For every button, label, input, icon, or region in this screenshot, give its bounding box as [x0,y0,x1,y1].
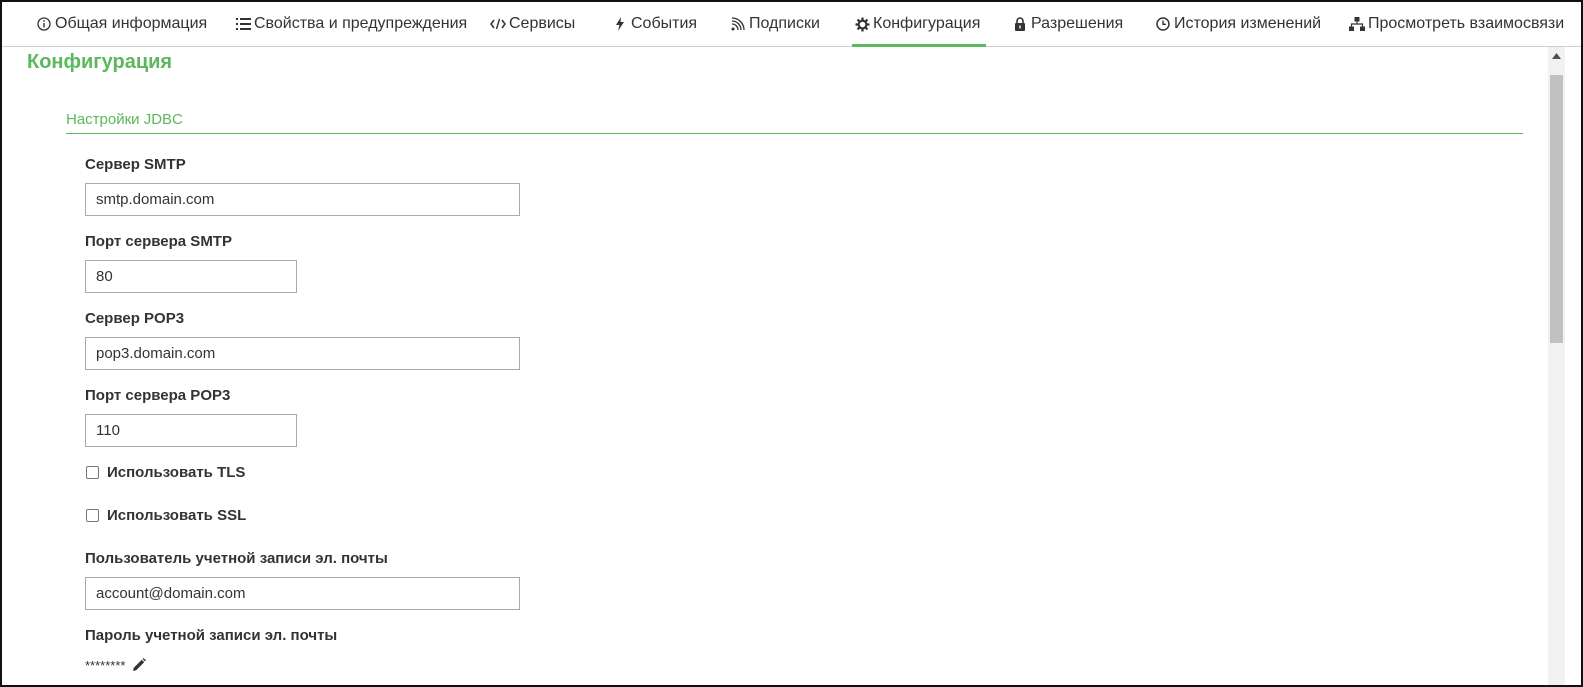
use-ssl-row[interactable]: Использовать SSL [85,507,246,524]
tab-label: Подписки [749,15,820,32]
page-title: Конфигурация [27,51,173,73]
rss-icon [730,16,746,32]
pop3-port-label: Порт сервера POP3 [85,387,231,404]
pencil-icon[interactable] [131,657,147,673]
use-ssl-label: Использовать SSL [107,507,247,524]
lock-icon [1012,16,1028,32]
sitemap-icon [1349,16,1365,32]
tab-permissions[interactable]: Разрешения [1012,2,1123,46]
tab-view-relationships[interactable]: Просмотреть взаимосвязи [1349,2,1564,46]
section-divider [66,133,1523,134]
tab-change-history[interactable]: История изменений [1155,2,1321,46]
clock-icon [1155,16,1171,32]
tab-configuration[interactable]: Конфигурация [851,2,987,47]
account-password-display: ******** [85,657,147,673]
tab-general-info[interactable]: Общая информация [36,2,207,46]
account-user-label: Пользователь учетной записи эл. почты [85,550,388,567]
use-tls-label: Использовать TLS [107,464,246,481]
tab-events[interactable]: События [612,2,697,46]
account-user-input[interactable] [85,577,520,610]
vertical-scrollbar[interactable] [1548,47,1565,685]
tab-label: История изменений [1174,15,1322,32]
scrollbar-thumb[interactable] [1550,75,1563,343]
tab-label: Сервисы [509,15,576,32]
tab-label: События [631,15,698,32]
tab-label: Свойства и предупреждения [254,15,468,32]
app-frame: Общая информация Свойства и предупрежден… [0,0,1583,687]
smtp-port-input[interactable] [85,260,297,293]
tab-label: Конфигурация [873,15,981,32]
use-ssl-checkbox[interactable] [86,509,99,522]
smtp-port-label: Порт сервера SMTP [85,233,232,250]
gear-icon [854,16,870,32]
list-icon [235,16,251,32]
tab-label: Общая информация [55,15,208,32]
bolt-icon [612,16,628,32]
use-tls-row[interactable]: Использовать TLS [85,464,245,481]
tab-label: Просмотреть взаимосвязи [1368,15,1565,32]
info-icon [36,16,52,32]
smtp-server-label: Сервер SMTP [85,156,186,173]
use-tls-checkbox[interactable] [86,466,99,479]
code-icon [490,16,506,32]
pop3-server-input[interactable] [85,337,520,370]
tab-label: Разрешения [1031,15,1124,32]
main-content: Конфигурация Настройки JDBC Сервер SMTP … [2,47,1548,685]
scroll-up-arrow-icon[interactable] [1548,47,1565,64]
account-password-label: Пароль учетной записи эл. почты [85,627,338,644]
pop3-server-label: Сервер POP3 [85,310,185,327]
smtp-server-input[interactable] [85,183,520,216]
tab-bar: Общая информация Свойства и предупрежден… [2,2,1581,47]
tab-services[interactable]: Сервисы [490,2,575,46]
tab-properties-alerts[interactable]: Свойства и предупреждения [235,2,467,46]
tab-subscriptions[interactable]: Подписки [730,2,820,46]
password-mask: ******** [85,657,126,673]
pop3-port-input[interactable] [85,414,297,447]
section-title: Настройки JDBC [66,111,183,128]
